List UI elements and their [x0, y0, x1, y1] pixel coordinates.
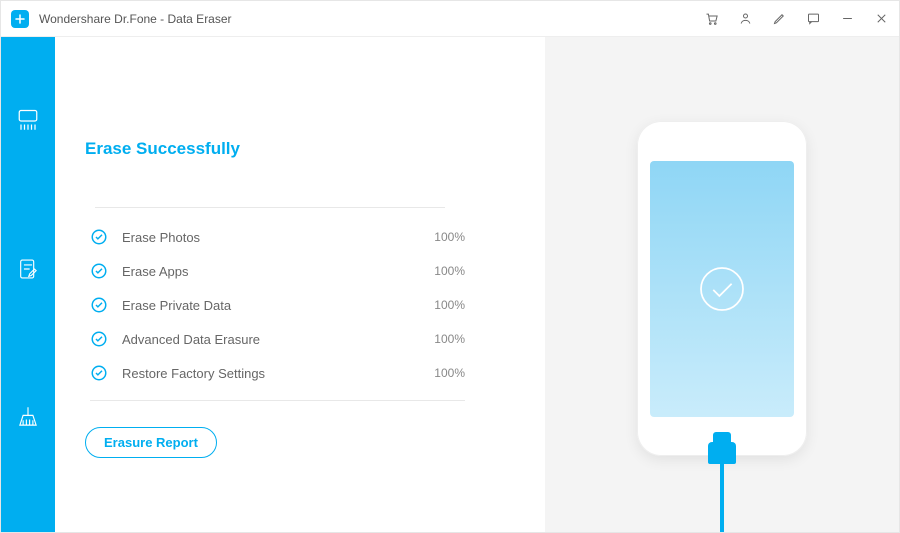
item-label: Advanced Data Erasure — [122, 332, 434, 347]
check-icon — [90, 228, 108, 246]
right-pane — [545, 37, 899, 532]
check-icon — [90, 330, 108, 348]
success-check-icon — [694, 261, 750, 317]
sidebar — [1, 37, 55, 532]
cable — [720, 462, 724, 532]
item-percent: 100% — [434, 230, 465, 244]
item-percent: 100% — [434, 332, 465, 346]
page-title: Erase Successfully — [85, 139, 525, 159]
list-item: Advanced Data Erasure 100% — [85, 322, 465, 356]
clipboard-edit-icon — [15, 256, 41, 282]
erase-items-list: Erase Photos 100% Erase Apps 100% Erase … — [85, 220, 525, 390]
divider-bottom — [90, 400, 465, 401]
list-item: Erase Apps 100% — [85, 254, 465, 288]
sidebar-item-clean[interactable] — [14, 403, 42, 431]
left-pane: Erase Successfully Erase Photos 100% Era… — [55, 37, 545, 532]
broom-icon — [15, 404, 41, 430]
feedback-button[interactable] — [805, 11, 821, 27]
plus-icon — [14, 13, 26, 25]
shredder-icon — [14, 107, 42, 135]
item-percent: 100% — [434, 366, 465, 380]
close-icon — [874, 11, 889, 26]
item-label: Restore Factory Settings — [122, 366, 434, 381]
sidebar-item-data-eraser[interactable] — [14, 107, 42, 135]
cart-button[interactable] — [703, 11, 719, 27]
item-percent: 100% — [434, 298, 465, 312]
item-percent: 100% — [434, 264, 465, 278]
check-icon — [90, 262, 108, 280]
phone-mockup — [637, 121, 807, 456]
minimize-button[interactable] — [839, 11, 855, 27]
titlebar: Wondershare Dr.Fone - Data Eraser — [1, 1, 899, 37]
item-label: Erase Photos — [122, 230, 434, 245]
list-item: Erase Photos 100% — [85, 220, 465, 254]
list-item: Restore Factory Settings 100% — [85, 356, 465, 390]
minimize-icon — [840, 11, 855, 26]
user-icon — [738, 11, 753, 26]
erasure-report-button[interactable]: Erasure Report — [85, 427, 217, 458]
phone-screen — [650, 161, 794, 417]
app-logo — [11, 10, 29, 28]
cart-icon — [704, 11, 719, 26]
titlebar-actions — [703, 11, 889, 27]
workspace: Erase Successfully Erase Photos 100% Era… — [1, 37, 899, 532]
main: Erase Successfully Erase Photos 100% Era… — [55, 37, 899, 532]
sidebar-item-form[interactable] — [14, 255, 42, 283]
edit-icon — [772, 11, 787, 26]
divider-top — [95, 207, 445, 208]
cable-plug — [708, 442, 736, 464]
check-icon — [90, 364, 108, 382]
feedback-icon — [806, 11, 821, 26]
account-button[interactable] — [737, 11, 753, 27]
item-label: Erase Apps — [122, 264, 434, 279]
edit-button[interactable] — [771, 11, 787, 27]
app-title: Wondershare Dr.Fone - Data Eraser — [39, 12, 232, 26]
check-icon — [90, 296, 108, 314]
list-item: Erase Private Data 100% — [85, 288, 465, 322]
close-button[interactable] — [873, 11, 889, 27]
item-label: Erase Private Data — [122, 298, 434, 313]
